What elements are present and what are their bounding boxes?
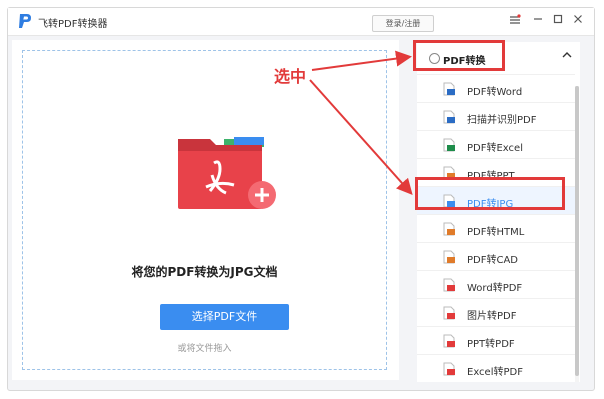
menu-item-excel-to-pdf[interactable]: Excel转PDF	[417, 354, 575, 382]
app-title: 飞转PDF转换器	[38, 19, 108, 30]
annotation-label: 选中	[274, 67, 307, 86]
menu-item-word-to-pdf[interactable]: Word转PDF	[417, 270, 575, 298]
maximize-icon[interactable]	[551, 14, 565, 28]
scan-file-icon	[443, 110, 455, 124]
menu-item-scan-pdf[interactable]: 扫描并识别PDF	[417, 102, 575, 130]
conversion-menu: PDF转Word 扫描并识别PDF PDF转Excel PDF转PPT PDF转…	[417, 74, 575, 382]
word-file-icon	[443, 82, 455, 96]
close-icon[interactable]	[571, 14, 585, 28]
pdf-file-icon	[443, 306, 455, 320]
minimize-icon[interactable]	[531, 14, 545, 28]
login-button[interactable]: 登录/注册	[372, 15, 434, 32]
drag-hint: 或将文件拖入	[177, 344, 232, 354]
menu-item-pdf-to-excel[interactable]: PDF转Excel	[417, 130, 575, 158]
select-pdf-button[interactable]: 选择PDF文件	[160, 304, 289, 330]
app-logo-icon	[19, 14, 31, 28]
conversion-sidebar: PDF转换 PDF转Word 扫描并识别PDF PDF转Excel PDF转PP…	[417, 42, 580, 382]
sidebar-scrollbar[interactable]	[575, 86, 579, 382]
menu-item-label: PDF转Excel	[467, 143, 523, 154]
menu-item-label: Word转PDF	[467, 283, 523, 294]
drop-heading: 将您的PDF转换为JPG文档	[131, 265, 278, 279]
menu-item-label: Excel转PDF	[467, 367, 523, 378]
menu-item-pdf-to-word[interactable]: PDF转Word	[417, 74, 575, 102]
menu-item-pdf-to-cad[interactable]: PDF转CAD	[417, 242, 575, 270]
menu-item-label: PDF转Word	[467, 87, 523, 98]
pdf-file-icon	[443, 334, 455, 348]
cad-file-icon	[443, 250, 455, 264]
pdf-folder-icon	[178, 137, 276, 209]
menu-item-image-to-pdf[interactable]: 图片转PDF	[417, 298, 575, 326]
annotation-box-pdf-to-jpg	[415, 177, 565, 210]
menu-item-label: 图片转PDF	[467, 311, 517, 322]
menu-item-ppt-to-pdf[interactable]: PPT转PDF	[417, 326, 575, 354]
pdf-file-icon	[443, 278, 455, 292]
menu-item-label: PDF转CAD	[467, 255, 519, 266]
main-panel: 将您的PDF转换为JPG文档 选择PDF文件 或将文件拖入	[12, 40, 399, 380]
menu-item-label: PDF转HTML	[467, 227, 525, 238]
annotation-box-section	[413, 40, 505, 71]
title-bar: 飞转PDF转换器 登录/注册	[8, 8, 594, 36]
chevron-up-icon[interactable]	[562, 51, 572, 62]
menu-item-label: PPT转PDF	[467, 339, 515, 350]
menu-item-pdf-to-html[interactable]: PDF转HTML	[417, 214, 575, 242]
pdf-file-icon	[443, 362, 455, 376]
menu-item-label: 扫描并识别PDF	[467, 115, 537, 126]
file-drop-zone[interactable]: 将您的PDF转换为JPG文档 选择PDF文件 或将文件拖入	[22, 50, 387, 370]
excel-file-icon	[443, 138, 455, 152]
scrollbar-thumb[interactable]	[575, 86, 579, 376]
html-file-icon	[443, 222, 455, 236]
menu-icon[interactable]	[508, 14, 522, 28]
